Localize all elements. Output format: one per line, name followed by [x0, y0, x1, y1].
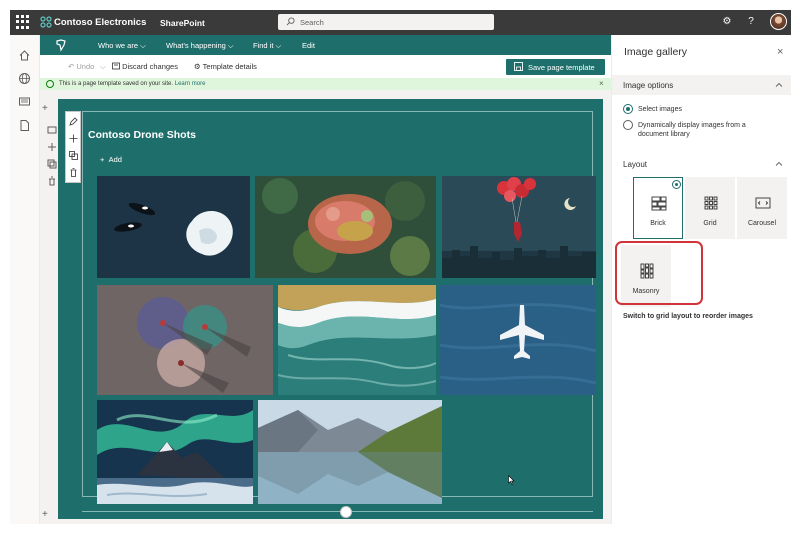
- save-icon: [514, 62, 523, 71]
- app-launcher-icon[interactable]: [16, 15, 30, 29]
- undo-button[interactable]: ↶ Undo: [68, 62, 94, 71]
- mouse-pointer-icon: [508, 475, 515, 485]
- nav-item-find-it[interactable]: Find it ⌵: [253, 41, 281, 51]
- grid-layout-icon: [704, 196, 718, 210]
- delete-web-part-icon[interactable]: [69, 168, 78, 177]
- page-canvas: + + Contoso Drone Shots + Add: [40, 90, 621, 524]
- discard-icon: [112, 62, 120, 70]
- help-icon[interactable]: ?: [744, 15, 758, 29]
- learn-more-link[interactable]: Learn more: [175, 81, 206, 87]
- page-icon[interactable]: [18, 119, 31, 132]
- browser-viewport: Contoso Electronics SharePoint Search ⚙ …: [10, 10, 791, 524]
- search-icon: [286, 17, 295, 26]
- brick-layout-icon: [651, 196, 667, 211]
- add-section-bottom-plus-icon[interactable]: +: [42, 509, 48, 520]
- chevron-down-icon[interactable]: ⌵: [100, 62, 106, 72]
- app-bar: [10, 35, 40, 524]
- web-part-toolbar: [65, 111, 81, 183]
- carousel-layout-icon: [755, 197, 771, 209]
- add-image-button[interactable]: + Add: [100, 155, 122, 164]
- gallery-image-three-circles[interactable]: [97, 285, 273, 395]
- gallery-image-balloon-night[interactable]: [442, 176, 596, 278]
- resize-handle[interactable]: [340, 506, 352, 518]
- nav-item-whats-happening[interactable]: What's happening ⌵: [166, 41, 234, 51]
- edit-section-icon[interactable]: [47, 125, 57, 135]
- select-images-label: Select images: [638, 106, 682, 113]
- template-details-button[interactable]: ⚙ Template details: [194, 62, 257, 71]
- add-section-plus-icon[interactable]: +: [42, 103, 48, 114]
- settings-gear-icon[interactable]: ⚙: [720, 15, 734, 29]
- layout-option-grid[interactable]: Grid: [685, 177, 735, 239]
- gallery-title[interactable]: Contoso Drone Shots: [88, 129, 196, 141]
- save-page-template-button[interactable]: Save page template: [506, 59, 605, 75]
- contoso-logo-icon: [40, 16, 52, 28]
- delete-section-icon[interactable]: [47, 176, 57, 186]
- checkmark-icon: [46, 80, 54, 88]
- home-icon[interactable]: [18, 49, 31, 62]
- message-bar: This is a page template saved on your si…: [40, 78, 611, 90]
- image-options-header[interactable]: Image options: [612, 75, 791, 95]
- command-bar: ↶ Undo ⌵ Discard changes ⚙ Template deta…: [40, 55, 611, 78]
- nav-item-who-we-are[interactable]: Who we are ⌵: [98, 41, 146, 51]
- search-placeholder: Search: [300, 18, 324, 27]
- move-web-part-icon[interactable]: [69, 134, 78, 143]
- site-navigation: Who we are ⌵ What's happening ⌵ Find it …: [40, 35, 611, 55]
- dynamic-images-label: Dynamically display images from a docume…: [638, 122, 746, 138]
- search-input[interactable]: Search: [278, 14, 494, 30]
- gallery-image-waves-shore[interactable]: [278, 285, 436, 395]
- dynamic-images-radio[interactable]: [623, 120, 633, 130]
- site-logo-icon[interactable]: [54, 38, 68, 52]
- layout-header[interactable]: Layout: [612, 154, 791, 174]
- suite-bar: Contoso Electronics SharePoint Search ⚙ …: [10, 10, 791, 35]
- gallery-image-mountain-lake[interactable]: [258, 400, 442, 504]
- masonry-highlight-annotation: [615, 241, 703, 305]
- nav-item-edit[interactable]: Edit: [302, 41, 315, 50]
- user-avatar[interactable]: [770, 13, 787, 30]
- app-name[interactable]: SharePoint: [160, 18, 205, 28]
- chevron-up-icon: [775, 82, 783, 87]
- gallery-image-aurora-mountain[interactable]: [97, 400, 253, 504]
- news-icon[interactable]: [18, 95, 31, 108]
- duplicate-web-part-icon[interactable]: [69, 151, 78, 160]
- discard-changes-button[interactable]: Discard changes: [112, 62, 178, 71]
- selected-check-icon: [672, 180, 681, 189]
- edit-web-part-icon[interactable]: [69, 117, 78, 126]
- layout-option-carousel[interactable]: Carousel: [737, 177, 787, 239]
- gallery-image-autumn-forest[interactable]: [255, 176, 436, 278]
- close-pane-icon[interactable]: ×: [777, 46, 783, 58]
- message-text: This is a page template saved on your si…: [59, 81, 206, 87]
- duplicate-section-icon[interactable]: [47, 159, 57, 169]
- property-pane-title: Image gallery: [624, 46, 688, 58]
- select-images-radio[interactable]: [623, 104, 633, 114]
- globe-icon[interactable]: [18, 72, 31, 85]
- brand-name[interactable]: Contoso Electronics: [54, 17, 146, 28]
- section-bottom-border: [82, 511, 593, 512]
- reorder-note: Switch to grid layout to reorder images: [623, 313, 753, 320]
- chevron-up-icon: [775, 161, 783, 166]
- layout-option-brick[interactable]: Brick: [633, 177, 683, 239]
- gallery-image-whales-iceberg[interactable]: [97, 176, 250, 278]
- gallery-image-airplane-ocean[interactable]: [440, 285, 596, 395]
- close-icon[interactable]: ×: [599, 79, 604, 88]
- move-section-icon[interactable]: [47, 142, 57, 152]
